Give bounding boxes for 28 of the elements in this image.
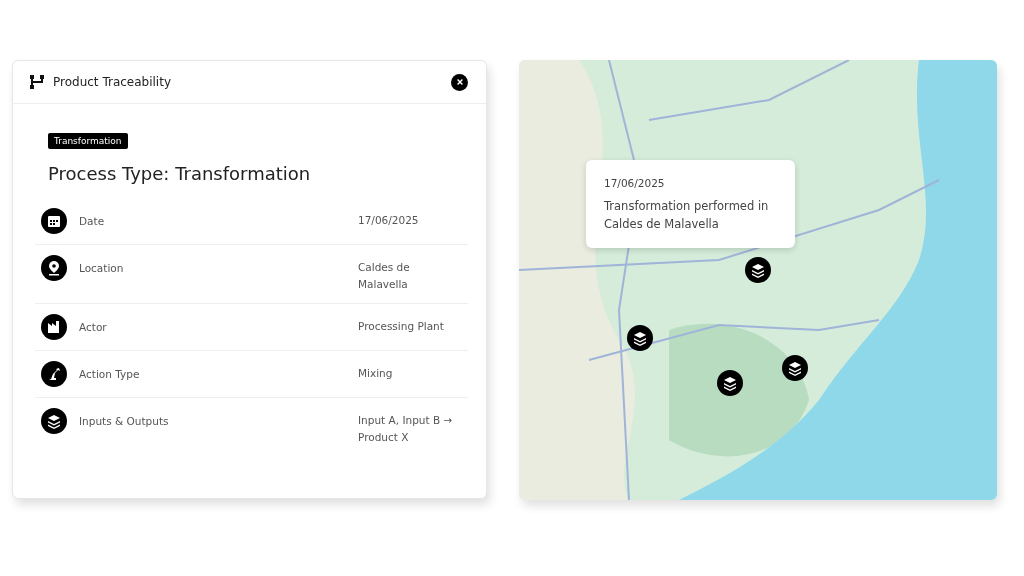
calendar-icon bbox=[41, 208, 67, 234]
tooltip-date: 17/06/2025 bbox=[604, 177, 666, 189]
panel-title: Product Traceability bbox=[53, 75, 172, 89]
row-label: Action Type bbox=[79, 367, 141, 382]
row-label: Actor bbox=[79, 320, 108, 335]
row-value: Processing Plant bbox=[358, 319, 445, 334]
row-label: Location bbox=[79, 261, 125, 276]
layers-marker-icon[interactable] bbox=[627, 325, 653, 351]
tooltip-text: Transformation performed in Caldes de Malavella bbox=[604, 198, 770, 233]
row-value: 17/06/2025 bbox=[358, 213, 420, 228]
layers-marker-icon[interactable] bbox=[782, 355, 808, 381]
close-icon bbox=[455, 78, 464, 86]
row-value: Caldes de Malavella bbox=[358, 260, 411, 292]
row-value: Input A, Input B → Product X bbox=[358, 413, 454, 445]
row-value: Mixing bbox=[358, 366, 394, 381]
robot-arm-icon bbox=[41, 361, 67, 387]
layers-icon bbox=[41, 408, 67, 434]
layers-marker-icon[interactable] bbox=[745, 257, 771, 283]
process-badge: Transformation bbox=[48, 133, 128, 149]
location-pin-icon bbox=[41, 255, 67, 281]
layers-marker-icon[interactable] bbox=[717, 370, 743, 396]
row-label: Inputs & Outputs bbox=[79, 414, 170, 429]
map[interactable]: 17/06/2025 Transformation performed in Caldes de Malavella bbox=[519, 60, 997, 500]
row-label: Date bbox=[79, 214, 106, 229]
hierarchy-icon bbox=[29, 74, 45, 90]
process-heading: Process Type: Transformation bbox=[48, 163, 312, 184]
factory-icon bbox=[41, 314, 67, 340]
close-button[interactable] bbox=[451, 73, 468, 91]
